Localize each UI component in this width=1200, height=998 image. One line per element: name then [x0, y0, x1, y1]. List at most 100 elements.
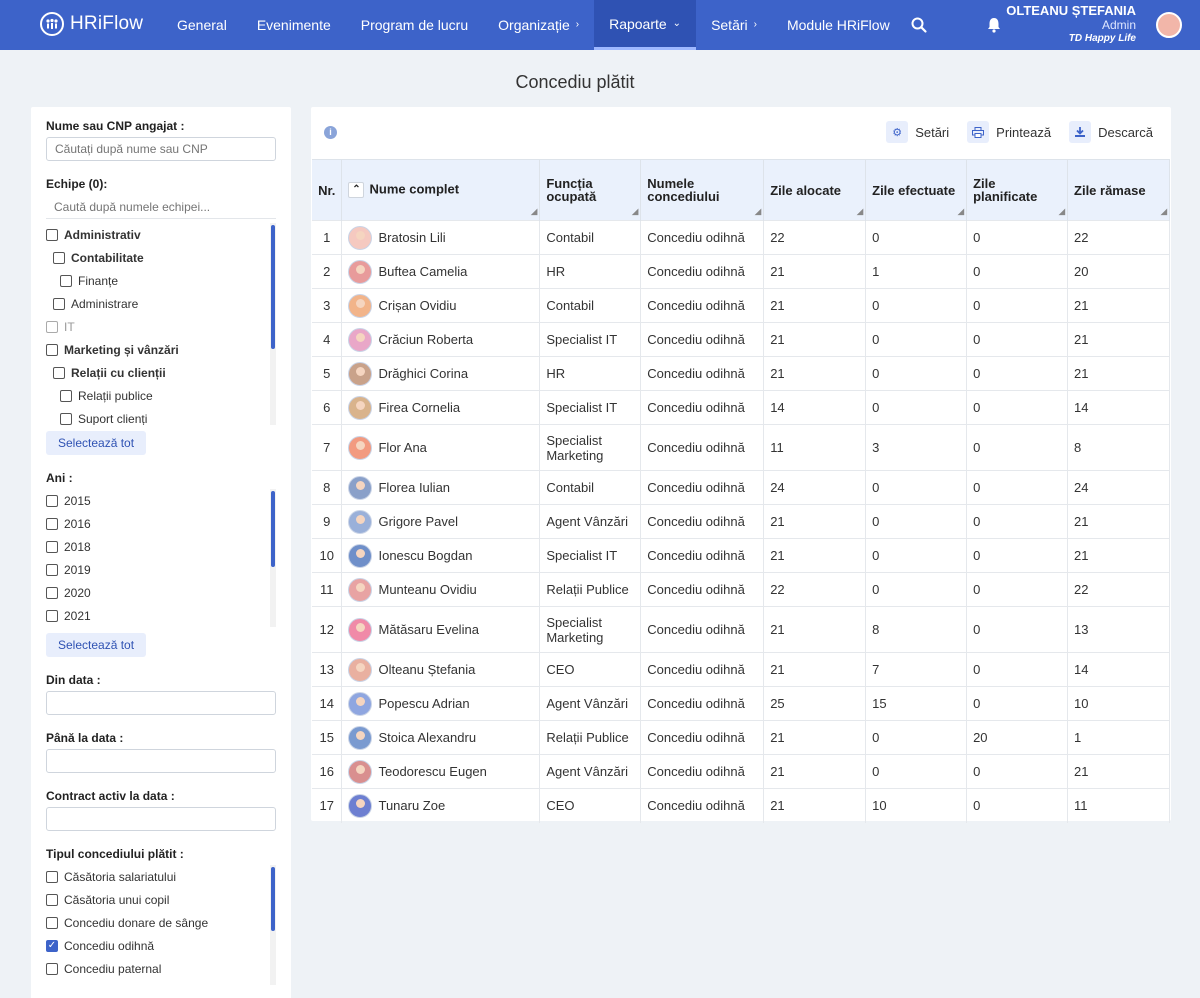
table-row[interactable]: 6 Firea Cornelia Specialist IT Concediu odi… [312, 390, 1170, 425]
checkbox[interactable] [46, 870, 58, 883]
employee-name[interactable]: Flor Ana [378, 440, 426, 455]
table-row[interactable]: 7 Flor Ana Specialist Marketing Concediu od… [312, 424, 1170, 471]
employee-name[interactable]: Munteanu Ovidiu [378, 582, 476, 597]
team-search-input[interactable] [46, 195, 276, 219]
teams-select-all-button[interactable]: Selectează tot [46, 431, 147, 455]
years-select-all-button[interactable]: Selectează tot [46, 633, 147, 657]
to-date-input[interactable] [46, 749, 276, 773]
leave-type-checkbox-row[interactable]: Concediu donare de sânge [46, 911, 276, 934]
checkbox[interactable] [46, 916, 58, 929]
col-header-taken[interactable]: Zile efectuate ◢ [865, 159, 968, 221]
download-button[interactable]: Descarcă [1069, 121, 1153, 143]
table-row[interactable]: 9 Grigore Pavel Agent Vânzări Concediu odih… [312, 504, 1170, 539]
leave-type-checkbox-row[interactable]: Căsătoria salariatului [46, 865, 276, 888]
team-checkbox-row[interactable]: IT [46, 315, 276, 338]
employee-name[interactable]: Olteanu Ștefania [378, 662, 475, 677]
col-header-leave-name[interactable]: Numele concediului ◢ [640, 159, 765, 221]
table-row[interactable]: 16 Teodorescu Eugen Agent Vânzări Concediu … [312, 754, 1170, 789]
checkbox[interactable] [46, 540, 58, 553]
employee-name[interactable]: Crăciun Roberta [378, 332, 473, 347]
employee-name[interactable]: Tunaru Zoe [378, 798, 445, 813]
nav-item-3[interactable]: Program de lucru [346, 0, 483, 50]
table-row[interactable]: 1 Bratosin Lili Contabil Concediu odihnă 22 0… [312, 220, 1170, 255]
app-logo[interactable]: HRiFlow [40, 12, 143, 36]
checkbox[interactable] [46, 343, 58, 356]
team-checkbox-row[interactable]: Administrativ [46, 223, 276, 246]
checkbox[interactable] [60, 389, 72, 402]
table-row[interactable]: 3 Crișan Ovidiu Contabil Concediu odihnă 21 0… [312, 288, 1170, 323]
checkbox[interactable] [46, 517, 58, 530]
checkbox[interactable] [53, 297, 65, 310]
team-checkbox-row[interactable]: Finanțe [46, 269, 276, 292]
nav-item-4[interactable]: Organizație › [483, 0, 594, 50]
col-header-planned[interactable]: Zile planificate ◢ [966, 159, 1069, 221]
table-row[interactable]: 8 Florea Iulian Contabil Concediu odihnă 24 0… [312, 470, 1170, 505]
years-scrollbar[interactable] [271, 491, 275, 567]
resize-grip-icon[interactable]: ◢ [958, 205, 964, 218]
checkbox[interactable] [53, 251, 65, 264]
checkbox[interactable] [60, 274, 72, 287]
user-avatar[interactable] [1156, 12, 1182, 38]
table-row[interactable]: 14 Popescu Adrian Agent Vânzări Concediu od… [312, 686, 1170, 721]
col-header-name[interactable]: ⌃ Nume complet ◢ [341, 159, 541, 221]
leave-type-checkbox-row[interactable]: Concediu paternal [46, 957, 276, 980]
checkbox[interactable] [60, 412, 72, 425]
checkbox[interactable] [46, 320, 58, 333]
employee-name[interactable]: Popescu Adrian [378, 696, 469, 711]
table-row[interactable]: 17 Tunaru Zoe CEO Concediu odihnă 21 10 0 11 [312, 788, 1170, 823]
teams-scrollbar[interactable] [271, 225, 275, 349]
checkbox[interactable] [46, 494, 58, 507]
team-checkbox-row[interactable]: Marketing și vânzări [46, 338, 276, 361]
col-header-nr[interactable]: Nr. [312, 159, 343, 221]
from-date-input[interactable] [46, 691, 276, 715]
nav-item-2[interactable]: Evenimente [242, 0, 346, 50]
nav-item-7[interactable]: Module HRiFlow [772, 0, 905, 50]
team-checkbox-row[interactable]: Relații publice [46, 384, 276, 407]
checkbox[interactable] [46, 228, 58, 241]
checkbox[interactable] [46, 563, 58, 576]
employee-name[interactable]: Ionescu Bogdan [378, 548, 472, 563]
year-checkbox-row[interactable]: 2018 [46, 535, 276, 558]
checkbox[interactable] [53, 366, 65, 379]
employee-name[interactable]: Grigore Pavel [378, 514, 457, 529]
team-checkbox-row[interactable]: Contabilitate [46, 246, 276, 269]
table-row[interactable]: 4 Crăciun Roberta Specialist IT Concediu od… [312, 322, 1170, 357]
resize-grip-icon[interactable]: ◢ [857, 205, 863, 218]
bell-icon[interactable] [986, 16, 1002, 34]
nav-item-1[interactable]: General [162, 0, 242, 50]
table-row[interactable]: 13 Olteanu Ștefania CEO Concediu odihnă 21 7 0… [312, 652, 1170, 687]
year-checkbox-row[interactable]: 2021 [46, 604, 276, 627]
employee-name[interactable]: Mătăsaru Evelina [378, 622, 478, 637]
team-checkbox-row[interactable]: Administrare [46, 292, 276, 315]
checkbox[interactable] [46, 609, 58, 622]
checkbox[interactable] [46, 893, 58, 906]
employee-name[interactable]: Firea Cornelia [378, 400, 460, 415]
resize-grip-icon[interactable]: ◢ [531, 205, 537, 218]
year-checkbox-row[interactable]: 2015 [46, 489, 276, 512]
checkmark-icon[interactable]: ✓ [46, 939, 58, 952]
nav-item-6[interactable]: Setări › [696, 0, 772, 50]
search-icon[interactable] [910, 16, 928, 34]
employee-name[interactable]: Florea Iulian [378, 480, 450, 495]
col-header-remaining[interactable]: Zile rămase ◢ [1067, 159, 1170, 221]
nav-item-5[interactable]: Rapoarte ⌄ [594, 0, 697, 50]
contract-date-input[interactable] [46, 807, 276, 831]
employee-name[interactable]: Buftea Camelia [378, 264, 467, 279]
settings-button[interactable]: ⚙ Setări [886, 121, 949, 143]
leave-type-checkbox-row[interactable]: Căsătoria unui copil [46, 888, 276, 911]
team-checkbox-row[interactable]: Suport clienți [46, 407, 276, 425]
team-checkbox-row[interactable]: Relații cu clienții [46, 361, 276, 384]
table-row[interactable]: 12 Mătăsaru Evelina Specialist Marketing Co… [312, 606, 1170, 653]
print-button[interactable]: Printează [967, 121, 1051, 143]
year-checkbox-row[interactable]: 2016 [46, 512, 276, 535]
year-checkbox-row[interactable]: 2019 [46, 558, 276, 581]
user-info[interactable]: OLTEANU ȘTEFANIA Admin TD Happy Life [1006, 4, 1136, 46]
col-header-function[interactable]: Funcția ocupată ◢ [539, 159, 642, 221]
checkbox[interactable] [46, 962, 58, 975]
sort-chevron-up-icon[interactable]: ⌃ [348, 182, 365, 198]
table-row[interactable]: 15 Stoica Alexandru Relații Publice Concedi… [312, 720, 1170, 755]
resize-grip-icon[interactable]: ◢ [632, 205, 638, 218]
leave-type-checkbox-row[interactable]: ✓ Concediu odihnă [46, 934, 276, 957]
table-row[interactable]: 11 Munteanu Ovidiu Relații Publice Concediu… [312, 572, 1170, 607]
table-row[interactable]: 2 Buftea Camelia HR Concediu odihnă 21 1 0 20 [312, 254, 1170, 289]
